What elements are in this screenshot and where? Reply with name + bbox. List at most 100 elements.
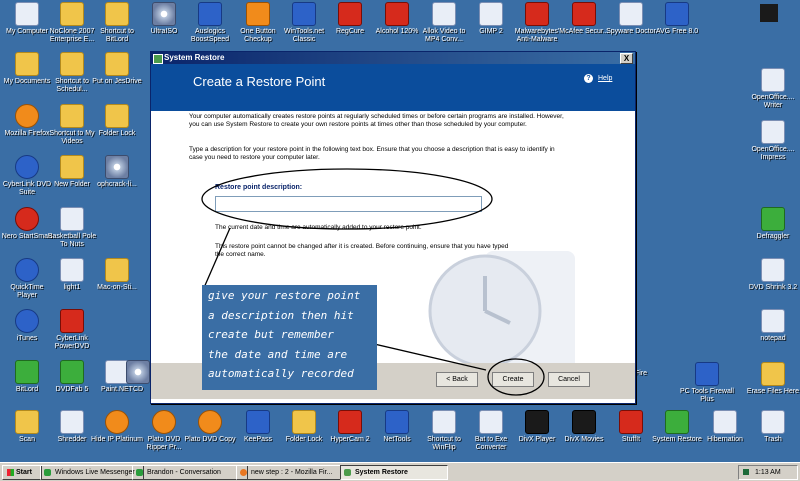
desktop-icon-shortcut-bitlord[interactable]: Shortcut to BitLord	[90, 2, 144, 44]
annotation-line-2: a description then hit	[208, 309, 354, 322]
batexe-icon	[479, 410, 503, 434]
desktop-icon-trash[interactable]: Trash	[746, 410, 800, 444]
divx-icon	[572, 410, 596, 434]
desktop-icon-basketball[interactable]: Basketball Pole To Nuts	[45, 207, 99, 249]
create-button[interactable]: Create	[492, 372, 534, 387]
gauge-icon	[198, 2, 222, 26]
desktop-icon-avg[interactable]: AVG Free 8.0	[650, 2, 704, 36]
task-label: System Restore	[355, 469, 408, 476]
disc-icon	[105, 155, 129, 179]
keepass-icon	[246, 410, 270, 434]
system-tray-shortcut-icon[interactable]	[760, 4, 778, 22]
desktop-icon-alcohol[interactable]: Alcohol 120%	[370, 2, 424, 36]
system-tray: 1:13 AM	[738, 465, 798, 480]
folder-icon	[60, 2, 84, 26]
desktop-icon-powerdvd[interactable]: CyberLink PowerDVD	[45, 309, 99, 351]
folder-icon	[105, 52, 129, 76]
system-restore-icon	[665, 410, 689, 434]
desktop-icon-malwarebytes[interactable]: Malwarebytes' Anti-Malware	[510, 2, 564, 44]
desktop-icon-erase-files[interactable]: Erase Files Here	[746, 362, 800, 396]
desktop-icon-plato-copy[interactable]: Plato DVD Copy	[183, 410, 237, 444]
desktop-icon-pc-tools-firewall[interactable]: PC Tools Firewall Plus	[680, 362, 734, 404]
back-button[interactable]: < Back	[436, 372, 478, 387]
desktop-icon-dvd-shrink[interactable]: DVD Shrink 3.2	[746, 258, 800, 292]
task-label: Brandon - Conversation	[147, 469, 221, 476]
openoffice-impress-icon	[761, 120, 785, 144]
taskbar-item-system-restore[interactable]: System Restore	[340, 465, 448, 480]
mcafee-icon	[572, 2, 596, 26]
desktop-icon-regcure[interactable]: RegCure	[323, 2, 377, 36]
video-icon	[432, 2, 456, 26]
desktop-icon-allok[interactable]: Allok Video to MP4 Conv...	[417, 2, 471, 44]
desktop-icon-hide-ip[interactable]: Hide IP Platinum	[90, 410, 144, 444]
dvdfab-icon	[60, 360, 84, 384]
desktop-icon-defraggler[interactable]: Defraggler	[746, 207, 800, 241]
desktop-icon-put-on-jesdrive[interactable]: Put on JesDrive	[90, 52, 144, 86]
help-link[interactable]: Help	[598, 75, 612, 82]
conversation-icon	[136, 469, 143, 476]
bitlord-icon	[15, 360, 39, 384]
desktop-icon-openoffice-impress[interactable]: OpenOffice.... Impress	[746, 120, 800, 162]
trash-icon	[761, 410, 785, 434]
plato-icon	[198, 410, 222, 434]
gimp-icon	[479, 2, 503, 26]
cancel-button[interactable]: Cancel	[548, 372, 590, 387]
shredder-icon	[60, 410, 84, 434]
tools-icon	[292, 2, 316, 26]
winflip-icon	[432, 410, 456, 434]
messenger-icon	[44, 469, 51, 476]
annotation-line-4: the date and time are	[208, 348, 348, 361]
annotation-line-3: create but remember	[208, 328, 334, 341]
firefox-icon	[15, 104, 39, 128]
desktop-icon-hibernation[interactable]: Hibernation	[698, 410, 752, 444]
clock: 1:13 AM	[755, 469, 781, 476]
page-title: Create a Restore Point	[193, 74, 326, 89]
desktop-icon-system-restore[interactable]: System Restore	[650, 410, 704, 444]
task-label: Windows Live Messenger	[55, 469, 135, 476]
restore-point-description-input[interactable]	[215, 196, 482, 212]
hideip-icon	[105, 410, 129, 434]
window-title: System Restore	[164, 53, 225, 62]
desktop-icon-notepad[interactable]: notepad	[746, 309, 800, 343]
folder-icon	[292, 410, 316, 434]
desktop-icon-divx-movies[interactable]: DivX Movies	[557, 410, 611, 444]
start-button[interactable]: Start	[2, 465, 42, 480]
powerdvd-icon	[60, 309, 84, 333]
desktop-icon-divx-player[interactable]: DivX Player	[510, 410, 564, 444]
desktop-icon-mcafee[interactable]: McAfee Secur...	[557, 2, 611, 36]
taskbar: Start Windows Live Messenger Brandon - C…	[0, 462, 800, 481]
desktop-icon-cd[interactable]: CD	[126, 360, 150, 394]
stuffit-icon	[619, 410, 643, 434]
task-label: new step : 2 - Mozilla Fir...	[251, 469, 333, 476]
help-icon[interactable]: ?	[584, 74, 593, 83]
plato-icon	[152, 410, 176, 434]
folder-icon	[105, 2, 129, 26]
close-button[interactable]: X	[620, 53, 633, 64]
notepad-icon	[761, 309, 785, 333]
desktop-icon-folder-lock[interactable]: Folder Lock	[90, 104, 144, 138]
taskbar-item-conversation[interactable]: Brandon - Conversation	[132, 465, 248, 480]
spyware-doctor-icon	[619, 2, 643, 26]
desktop-icon-winflip[interactable]: Shortcut to WinFlip	[417, 410, 471, 452]
window-titlebar[interactable]: System Restore X	[151, 52, 635, 64]
folder-icon	[60, 104, 84, 128]
taskbar-item-firefox[interactable]: new step : 2 - Mozilla Fir...	[236, 465, 352, 480]
system-restore-icon	[153, 54, 163, 64]
instruction-text: Type a description for your restore poin…	[189, 146, 555, 161]
desktop-icon-hypercam[interactable]: HyperCam 2	[323, 410, 377, 444]
desktop-icon-auslogics[interactable]: Auslogics BoostSpeed	[183, 2, 237, 44]
quicktime-icon	[15, 258, 39, 282]
hibernation-icon	[713, 410, 737, 434]
tray-icon[interactable]	[743, 469, 749, 476]
checkup-icon	[246, 2, 270, 26]
desktop-icon-ophcrack[interactable]: ophcrack-li...	[90, 155, 144, 189]
desktop-icon-mac-on-stick[interactable]: Mac-on-Sti...	[90, 258, 144, 292]
desktop-icon-nettools[interactable]: NetTools	[370, 410, 424, 444]
taskbar-item-messenger[interactable]: Windows Live Messenger	[40, 465, 144, 480]
nero-icon	[15, 207, 39, 231]
description-label: Restore point description:	[215, 184, 303, 191]
documents-icon	[15, 52, 39, 76]
annotation-line-5: automatically recorded	[208, 367, 354, 380]
folder-icon	[60, 52, 84, 76]
desktop-icon-openoffice-writer[interactable]: OpenOffice.... Writer	[746, 68, 800, 110]
